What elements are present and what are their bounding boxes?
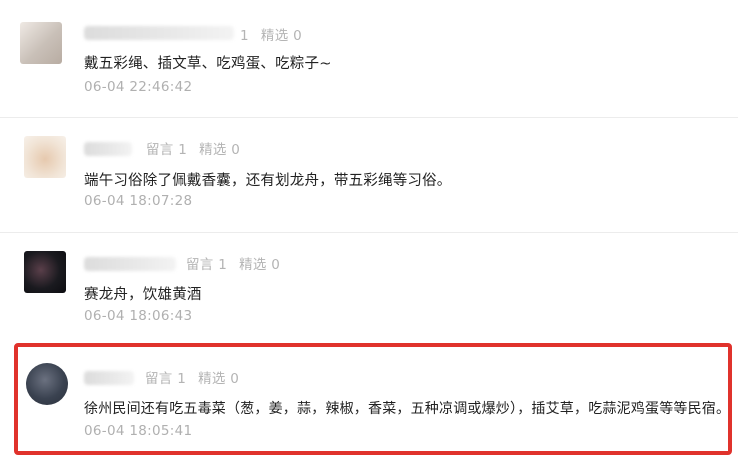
- comment-time: 06-04 18:06:43: [84, 308, 193, 324]
- reply-count[interactable]: 留言 1: [146, 142, 187, 158]
- user-name-blurred: [84, 26, 234, 40]
- comment-meta: 留言 1 精选 0: [146, 138, 252, 158]
- user-name-blurred: [84, 142, 132, 156]
- comment-text: 端午习俗除了佩戴香囊，还有划龙舟，带五彩绳等习俗。: [84, 173, 452, 189]
- avatar[interactable]: [24, 136, 66, 178]
- comment-text: 赛龙舟，饮雄黄酒: [84, 287, 202, 303]
- comment-time: 06-04 18:07:28: [84, 193, 193, 209]
- reply-count[interactable]: 1: [240, 28, 249, 44]
- highlight-box: [14, 343, 732, 455]
- reply-count[interactable]: 留言 1: [186, 257, 227, 273]
- avatar[interactable]: [20, 22, 62, 64]
- pick-count[interactable]: 精选 0: [239, 257, 280, 273]
- comment-item-3: 留言 1 精选 0 赛龙舟，饮雄黄酒 06-04 18:06:43: [0, 233, 738, 338]
- user-name-blurred: [84, 257, 176, 271]
- comment-text: 戴五彩绳、插文草、吃鸡蛋、吃粽子~: [84, 56, 332, 72]
- comment-item-2: 留言 1 精选 0 端午习俗除了佩戴香囊，还有划龙舟，带五彩绳等习俗。 06-04…: [0, 118, 738, 232]
- comment-meta: 1 精选 0: [240, 24, 314, 44]
- pick-count[interactable]: 精选 0: [199, 142, 240, 158]
- avatar[interactable]: [24, 251, 66, 293]
- pick-count[interactable]: 精选 0: [261, 28, 302, 44]
- comment-time: 06-04 22:46:42: [84, 79, 193, 95]
- comment-item-1: 1 精选 0 戴五彩绳、插文草、吃鸡蛋、吃粽子~ 06-04 22:46:42: [0, 0, 738, 118]
- comment-meta: 留言 1 精选 0: [186, 253, 292, 273]
